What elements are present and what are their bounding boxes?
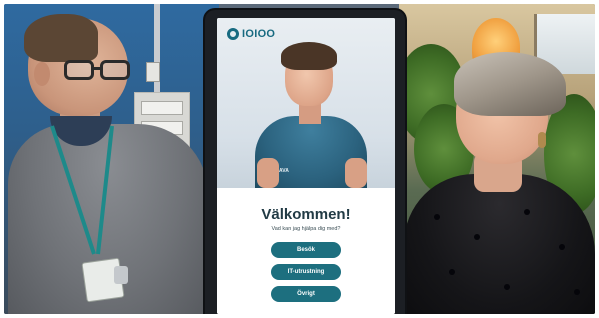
visit-button[interactable]: Besök (271, 242, 341, 258)
brand-logo: IOIOO (227, 26, 275, 42)
dress-dot (434, 214, 440, 220)
panel-slot (141, 101, 183, 115)
glasses-bridge (94, 67, 102, 70)
avatar-shirt-text: AVA (279, 168, 289, 174)
wall-outlet (146, 62, 160, 82)
welcome-panel: Välkommen! Vad kan jag hjälpa dig med? B… (217, 188, 395, 314)
glasses-lens (64, 60, 94, 80)
other-button[interactable]: Övrigt (271, 286, 341, 302)
avatar-hair (281, 42, 337, 70)
dress-dot (474, 234, 480, 240)
dress-dot (524, 209, 530, 215)
kiosk: IOIOO AVA Välkommen! Vad kan jag hjälpa … (205, 10, 405, 314)
badge-clip (114, 266, 128, 284)
dress-dot (449, 269, 455, 275)
avatar-area: IOIOO AVA (217, 18, 395, 188)
avatar-arm (257, 158, 279, 188)
logo-ring-icon (227, 28, 239, 40)
dress-dot (574, 289, 580, 295)
glasses-lens (100, 60, 130, 80)
photo: IOIOO AVA Välkommen! Vad kan jag hjälpa … (4, 4, 595, 314)
welcome-subtitle: Vad kan jag hjälpa dig med? (271, 226, 341, 232)
avatar-arm (345, 158, 367, 188)
earring (538, 132, 546, 148)
welcome-title: Välkommen! (261, 206, 351, 223)
man-ear (34, 62, 50, 86)
lanyard (50, 125, 114, 255)
dress-dot (559, 244, 565, 250)
kiosk-screen: IOIOO AVA Välkommen! Vad kan jag hjälpa … (217, 18, 395, 314)
logo-text: IOIOO (242, 28, 276, 40)
woman-hair (454, 52, 566, 116)
dress-dot (504, 284, 510, 290)
man-hair (24, 14, 98, 62)
it-equipment-button[interactable]: IT-utrustning (271, 264, 341, 280)
woman-body (404, 174, 595, 314)
